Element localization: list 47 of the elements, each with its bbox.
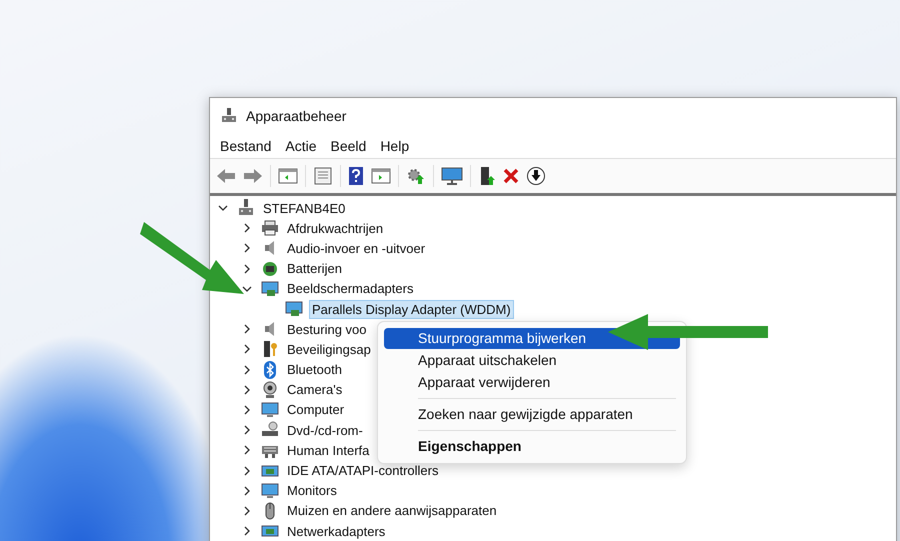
x-mark-icon[interactable] xyxy=(503,168,519,184)
tree-item[interactable]: Beveiligingsap xyxy=(285,340,373,358)
back-arrow-icon[interactable] xyxy=(216,168,236,184)
menu-item[interactable]: Help xyxy=(380,138,410,154)
computer-icon xyxy=(261,400,279,419)
menu-item[interactable]: Beeld xyxy=(330,138,366,154)
tree-item[interactable]: Camera's xyxy=(285,381,344,398)
tree-item[interactable]: STEFANB4E0 xyxy=(261,200,348,217)
context-menu-item[interactable]: Eigenschappen xyxy=(384,436,680,457)
battery-icon xyxy=(261,260,279,278)
tree-item[interactable]: IDE ATA/ATAPI-controllers xyxy=(285,462,440,480)
display-icon xyxy=(261,280,279,298)
tree-item[interactable]: Batterijen xyxy=(285,260,344,278)
document-icon[interactable] xyxy=(313,167,333,185)
tree-item[interactable]: Computer xyxy=(285,401,346,418)
device-manager-icon xyxy=(220,107,238,125)
camera-icon xyxy=(261,380,279,399)
context-menu-item[interactable]: Apparaat verwijderen xyxy=(384,372,680,393)
tree-item[interactable]: Netwerkadapters xyxy=(285,522,388,540)
download-icon[interactable] xyxy=(526,166,546,186)
menu-item[interactable]: Actie xyxy=(285,138,316,154)
gear-icon[interactable] xyxy=(406,166,426,186)
pane-icon[interactable] xyxy=(278,167,298,185)
tree-item[interactable]: Afdrukwachtrijen xyxy=(285,220,386,237)
forward-arrow-icon[interactable] xyxy=(243,168,263,184)
printer-icon xyxy=(261,219,279,238)
help-icon[interactable] xyxy=(348,166,364,186)
tree-item[interactable]: Human Interfa xyxy=(285,442,372,459)
tree-item[interactable]: Bluetooth xyxy=(285,361,344,378)
computer-icon xyxy=(261,482,279,500)
context-menu-item[interactable]: Zoeken naar gewijzigde apparaten xyxy=(384,404,680,425)
tree-item[interactable]: Dvd-/cd-rom- xyxy=(285,422,365,439)
pane-icon[interactable] xyxy=(371,167,391,185)
display-icon xyxy=(285,300,303,318)
tree-item[interactable]: Monitors xyxy=(285,482,339,500)
device-icon[interactable] xyxy=(478,166,496,186)
pc-icon xyxy=(237,199,255,218)
window-title: Apparaatbeheer xyxy=(246,108,346,124)
context-menu-item[interactable]: Apparaat uitschakelen xyxy=(384,350,680,371)
tree-item[interactable]: Audio-invoer en -uitvoer xyxy=(285,240,428,257)
menu-item[interactable]: Bestand xyxy=(220,138,272,154)
tree-item[interactable]: Muizen en andere aanwijsapparaten xyxy=(285,502,499,520)
tree-item[interactable]: Beeldschermadapters xyxy=(285,280,416,298)
bluetooth-icon xyxy=(261,360,279,379)
tree-item[interactable]: Besturing voo xyxy=(285,320,368,338)
monitor-icon[interactable] xyxy=(441,166,463,186)
tree-item[interactable]: Parallels Display Adapter (WDDM) xyxy=(309,300,514,319)
